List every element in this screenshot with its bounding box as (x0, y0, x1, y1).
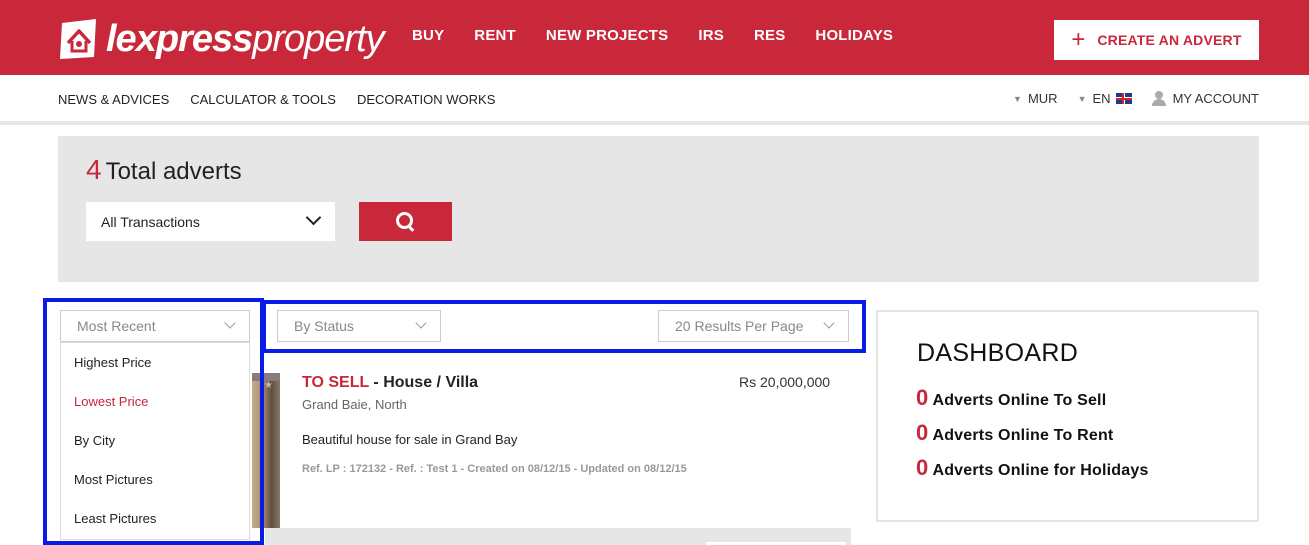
my-account-label: MY ACCOUNT (1172, 91, 1259, 106)
transaction-value: All Transactions (101, 213, 200, 230)
nav-new-projects[interactable]: NEW PROJECTS (546, 27, 668, 44)
listing-description: Beautiful house for sale in Grand Bay (302, 432, 518, 447)
site-logo[interactable]: lexpressproperty (58, 14, 385, 64)
main-nav: BUY RENT NEW PROJECTS IRS RES HOLIDAYS (412, 27, 923, 44)
per-page-value: 20 Results Per Page (675, 318, 804, 334)
caret-down-icon: ▼ (1013, 93, 1022, 104)
nav-res[interactable]: RES (754, 27, 785, 44)
listing-title[interactable]: TO SELL - House / Villa (302, 374, 478, 392)
nav-irs[interactable]: IRS (698, 27, 724, 44)
dashboard-line-holidays[interactable]: 0 Adverts Online for Holidays (916, 455, 1149, 481)
nav-holidays[interactable]: HOLIDAYS (815, 27, 893, 44)
listing-reference: Ref. LP : 172132 - Ref. : Test 1 - Creat… (302, 463, 687, 475)
top-bar: lexpressproperty BUY RENT NEW PROJECTS I… (0, 0, 1309, 75)
currency-value: MUR (1027, 91, 1058, 106)
sort-option-by-city[interactable]: By City (74, 433, 115, 448)
holidays-label: Adverts Online for Holidays (932, 462, 1149, 479)
create-advert-label: CREATE AN ADVERT (1097, 32, 1242, 48)
dashboard-panel: DASHBOARD 0 Adverts Online To Sell 0 Adver… (876, 310, 1259, 522)
total-adverts: 4 Total adverts (86, 154, 242, 186)
dashboard-title: DASHBOARD (917, 339, 1079, 367)
chevron-down-icon (415, 317, 427, 329)
plus-icon: + (1071, 26, 1086, 53)
search-panel: 4 Total adverts All Transactions (58, 136, 1259, 282)
secondary-nav: NEWS & ADVICES CALCULATOR & TOOLS DECORA… (0, 75, 1309, 125)
uk-flag-icon (1115, 93, 1132, 104)
sort-option-least-pictures[interactable]: Least Pictures (74, 511, 156, 526)
total-label: Total adverts (105, 158, 242, 185)
sort-value: Most Recent (77, 318, 156, 334)
logo-text: lexpressproperty (106, 18, 385, 60)
my-account-link[interactable]: MY ACCOUNT (1151, 91, 1259, 106)
chevron-down-icon (305, 209, 322, 226)
dashboard-line-rent[interactable]: 0 Adverts Online To Rent (916, 420, 1113, 446)
search-button[interactable] (359, 202, 452, 241)
user-icon (1151, 91, 1166, 106)
status-value: By Status (294, 318, 354, 334)
dashboard-line-sell[interactable]: 0 Adverts Online To Sell (916, 385, 1106, 411)
sort-option-lowest-price[interactable]: Lowest Price (74, 394, 148, 409)
nav-calculator-tools[interactable]: CALCULATOR & TOOLS (190, 92, 336, 107)
house-logo-icon (60, 19, 96, 59)
listing-thumbnail[interactable] (252, 373, 280, 528)
listing-type: TO SELL (302, 374, 369, 391)
rent-count: 0 (916, 420, 929, 445)
listing-price: Rs 20,000,000 (739, 374, 831, 390)
language-selector[interactable]: ▼ EN (1078, 91, 1132, 106)
nav-rent[interactable]: RENT (474, 27, 516, 44)
sort-option-most-pictures[interactable]: Most Pictures (74, 472, 153, 487)
chevron-down-icon (823, 317, 835, 329)
nav-news-advices[interactable]: NEWS & ADVICES (58, 92, 169, 107)
star-icon[interactable]: ★ (264, 380, 273, 391)
transaction-select[interactable]: All Transactions (86, 202, 335, 241)
sell-count: 0 (916, 385, 929, 410)
caret-down-icon: ▼ (1077, 93, 1087, 104)
nav-decoration-works[interactable]: DECORATION WORKS (357, 92, 495, 107)
currency-selector[interactable]: ▼ MUR (1013, 91, 1058, 106)
sort-dropdown-menu: Highest Price Lowest Price By City Most … (60, 342, 250, 540)
create-advert-button[interactable]: + CREATE AN ADVERT (1054, 20, 1259, 60)
status-select[interactable]: By Status (277, 310, 441, 342)
listing-location: Grand Baie, North (302, 397, 407, 412)
search-icon (395, 211, 416, 232)
total-count: 4 (86, 154, 102, 185)
language-value: EN (1092, 91, 1111, 106)
sort-option-highest-price[interactable]: Highest Price (74, 355, 151, 370)
per-page-select[interactable]: 20 Results Per Page (658, 310, 849, 342)
chevron-down-icon (224, 317, 236, 329)
sell-label: Adverts Online To Sell (932, 392, 1107, 409)
holidays-count: 0 (916, 455, 929, 480)
nav-buy[interactable]: BUY (412, 27, 444, 44)
sort-select[interactable]: Most Recent (60, 310, 250, 342)
rent-label: Adverts Online To Rent (932, 427, 1114, 444)
listing-category: - House / Villa (368, 374, 479, 391)
